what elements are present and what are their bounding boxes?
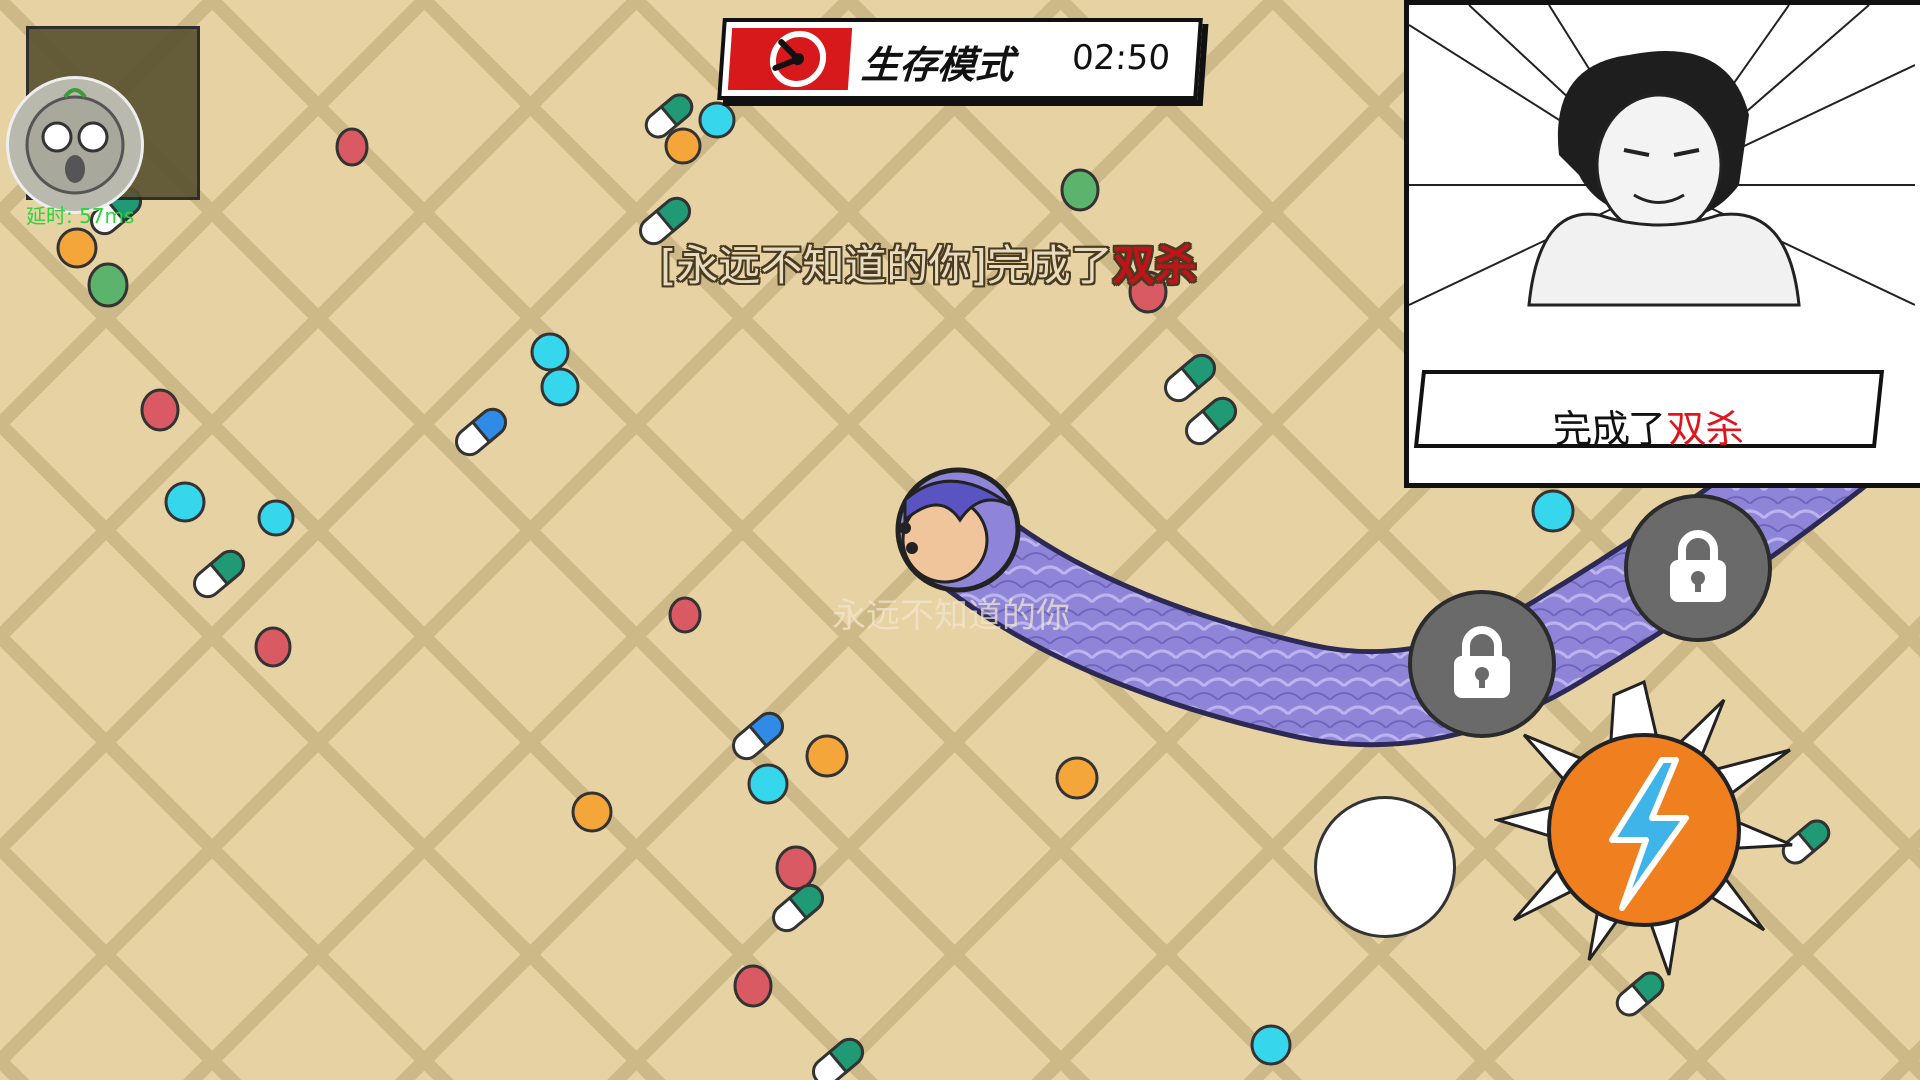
alarm-clock-icon [727, 28, 853, 90]
meme-caption-prefix: 完成了 [1550, 407, 1670, 451]
player-name-tag: 永远不知道的你 [832, 596, 1070, 636]
mode-title: 生存模式 [860, 43, 1016, 87]
kill-feed: [永远不知道的你]完成了双杀 [660, 232, 1197, 293]
player-avatar [6, 76, 144, 214]
joystick[interactable] [1314, 796, 1456, 938]
meme-caption: 完成了双杀 [1413, 370, 1885, 451]
latency-readout: 延时: 57ms [26, 204, 135, 228]
kill-feed-player: [永远不知道的你]完成了 [660, 241, 1113, 290]
skill-slot-2-button[interactable] [1624, 494, 1772, 642]
kill-feed-event: 双杀 [1112, 241, 1197, 290]
meme-caption-highlight: 双杀 [1664, 407, 1746, 451]
match-timer: 02:50 [1070, 38, 1172, 78]
lock-icon [1670, 530, 1726, 602]
mode-banner: 生存模式 02:50 [717, 18, 1203, 100]
boost-button[interactable] [1492, 679, 1794, 980]
snake-head [895, 467, 1021, 593]
